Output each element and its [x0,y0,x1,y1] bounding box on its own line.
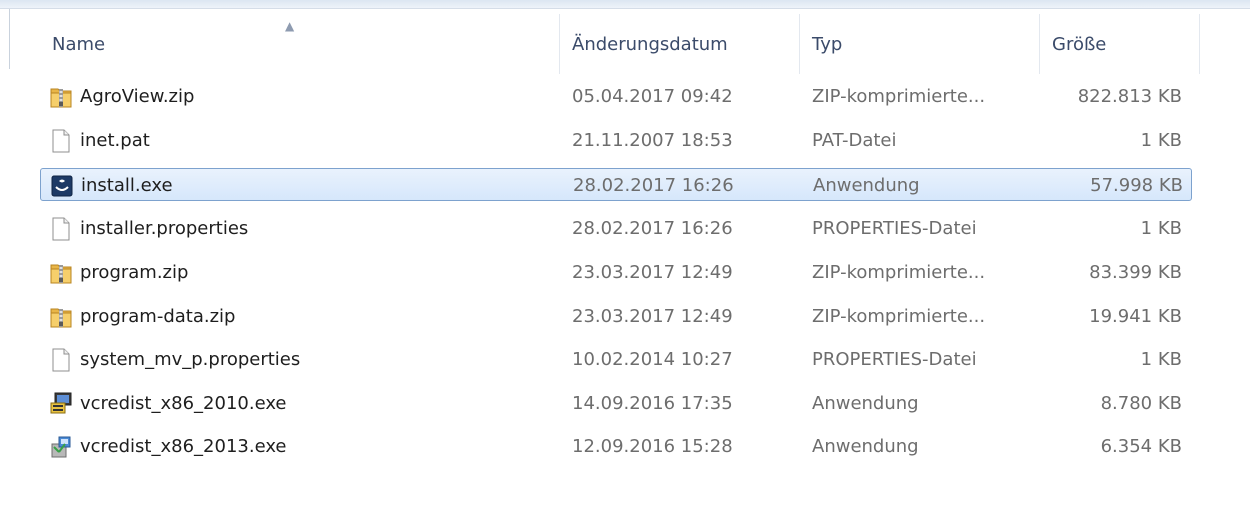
file-name: inet.pat [80,130,150,151]
file-type: PROPERTIES-Datei [812,349,977,370]
file-modified-date: 21.11.2007 18:53 [572,130,733,151]
blank-file-icon [50,129,72,153]
column-header-date-label: Änderungsdatum [572,33,728,55]
file-name: vcredist_x86_2010.exe [80,393,287,414]
file-name-cell[interactable]: program.zip [50,256,560,289]
file-size: 57.998 KB [1090,175,1183,196]
file-modified-date: 10.02.2014 10:27 [572,349,733,370]
file-name: program.zip [80,262,189,283]
installer-app-icon [51,174,73,198]
file-modified-date: 12.09.2016 15:28 [572,436,733,457]
file-name-cell[interactable]: installer.properties [50,212,560,245]
file-row[interactable]: inet.pat 21.11.2007 18:53 PAT-Datei 1 KB [40,124,1192,157]
file-row[interactable]: system_mv_p.properties 10.02.2014 10:27 PR… [40,343,1192,376]
file-modified-date: 28.02.2017 16:26 [573,175,734,196]
blank-file-icon [50,348,72,372]
zip-folder-icon [50,261,72,285]
file-modified-date: 05.04.2017 09:42 [572,86,733,107]
file-name-cell[interactable]: vcredist_x86_2013.exe [50,430,560,463]
file-modified-date: 23.03.2017 12:49 [572,306,733,327]
file-size: 8.780 KB [1100,393,1182,414]
file-type: PROPERTIES-Datei [812,218,977,239]
file-type: ZIP-komprimierte... [812,86,986,107]
file-row[interactable]: installer.properties 28.02.2017 16:26 PROP… [40,212,1192,245]
setup-package-icon [50,435,72,459]
top-frame-strip [0,0,1250,9]
setup-computer-icon [50,392,72,416]
file-name-cell[interactable]: install.exe [51,169,561,202]
file-name: program-data.zip [80,306,236,327]
file-row[interactable]: vcredist_x86_2010.exe 14.09.2016 17:35 Anw… [40,387,1192,420]
column-header-size[interactable]: Größe [1040,14,1200,74]
file-modified-date: 14.09.2016 17:35 [572,393,733,414]
file-name-cell[interactable]: inet.pat [50,124,560,157]
column-header-name[interactable]: Name ▲ [40,14,560,74]
file-type: ZIP-komprimierte... [812,306,986,327]
file-name-cell[interactable]: AgroView.zip [50,80,560,113]
file-name-cell[interactable]: vcredist_x86_2010.exe [50,387,560,420]
file-name: vcredist_x86_2013.exe [80,436,287,457]
file-type: Anwendung [812,393,919,414]
zip-folder-icon [50,305,72,329]
sort-ascending-icon: ▲ [285,19,295,33]
file-row[interactable]: AgroView.zip 05.04.2017 09:42 ZIP-komprimi… [40,80,1192,113]
file-row[interactable]: program.zip 23.03.2017 12:49 ZIP-komprimie… [40,256,1192,289]
file-type: ZIP-komprimierte... [812,262,986,283]
column-header-type-label: Typ [812,33,843,55]
file-size: 1 KB [1140,218,1182,239]
file-size: 19.941 KB [1089,306,1182,327]
file-name: installer.properties [80,218,249,239]
file-size: 6.354 KB [1100,436,1182,457]
file-name: AgroView.zip [80,86,195,107]
file-row[interactable]: vcredist_x86_2013.exe 12.09.2016 15:28 Anw… [40,430,1192,463]
column-header-date[interactable]: Änderungsdatum [560,14,800,74]
file-row[interactable]: program-data.zip 23.03.2017 12:49 ZIP-komp… [40,300,1192,333]
file-name-cell[interactable]: system_mv_p.properties [50,343,560,376]
blank-file-icon [50,217,72,241]
zip-folder-icon [50,85,72,109]
column-header-name-label: Name [52,33,106,55]
file-name-cell[interactable]: program-data.zip [50,300,560,333]
file-size: 822.813 KB [1077,86,1182,107]
file-size: 1 KB [1140,349,1182,370]
column-header-row: Name ▲ Änderungsdatum Typ Größe [40,14,1200,74]
file-modified-date: 23.03.2017 12:49 [572,262,733,283]
file-size: 83.399 KB [1089,262,1182,283]
file-type: Anwendung [812,436,919,457]
file-size: 1 KB [1140,130,1182,151]
file-name: system_mv_p.properties [80,349,301,370]
file-type: PAT-Datei [812,130,897,151]
file-name: install.exe [81,175,173,196]
column-header-type[interactable]: Typ [800,14,1040,74]
file-type: Anwendung [813,175,920,196]
column-header-size-label: Größe [1052,33,1107,55]
left-frame-edge [9,9,10,69]
file-modified-date: 28.02.2017 16:26 [572,218,733,239]
file-row[interactable]: install.exe 28.02.2017 16:26 Anwendung 57.9… [40,168,1192,201]
